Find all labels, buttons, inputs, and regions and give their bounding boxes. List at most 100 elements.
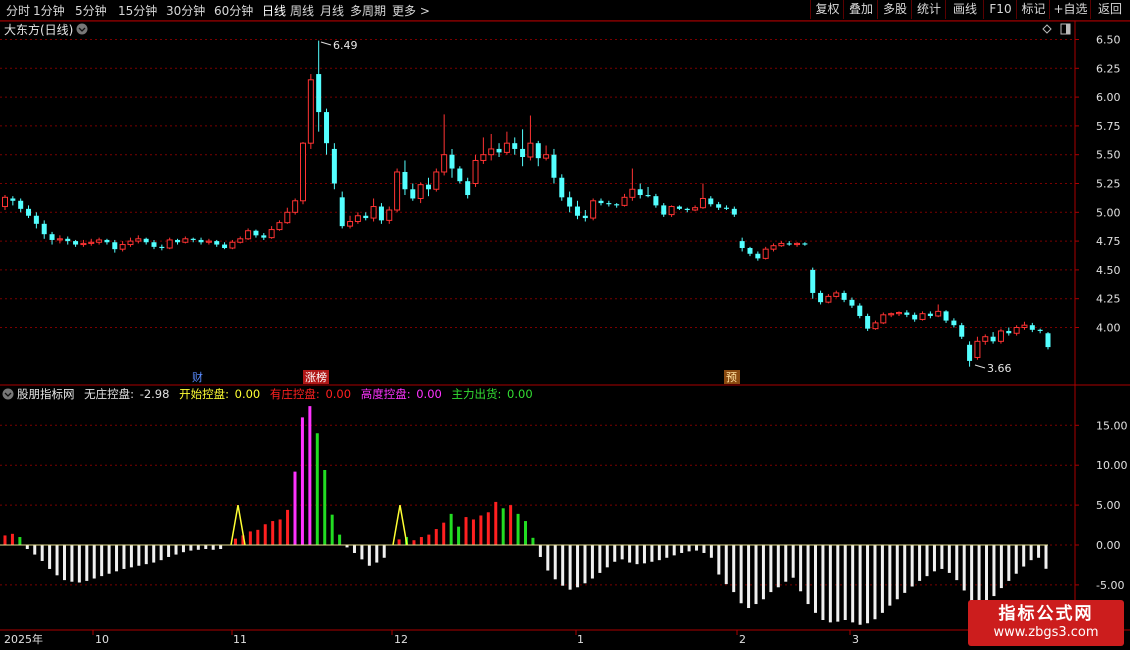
candle-body <box>214 241 220 245</box>
candle-body <box>755 253 761 259</box>
candle-body <box>441 154 448 173</box>
candle-body <box>229 241 236 249</box>
candle-body <box>253 230 259 236</box>
price-tick-label: 5.25 <box>1096 178 1121 191</box>
price-tick-label: 5.00 <box>1096 206 1121 219</box>
candle-body <box>73 241 79 245</box>
candle <box>919 311 926 321</box>
candle-body <box>676 206 682 209</box>
diamond-icon[interactable] <box>1042 24 1052 34</box>
candle-body <box>888 313 895 316</box>
candle <box>708 196 714 207</box>
candle-body <box>668 206 675 216</box>
candle <box>935 304 942 318</box>
candle-body <box>127 240 134 246</box>
chart-area[interactable]: 大东方(日线) 6.50 6.25 6.00 5.75 5.50 5.25 5.00 4.75… <box>0 0 1130 650</box>
candle-body <box>935 310 942 317</box>
candle-body <box>904 312 910 315</box>
candle-body <box>449 154 455 169</box>
candle <box>1021 321 1028 330</box>
candle-body <box>778 242 785 247</box>
candle <box>347 215 354 229</box>
candle <box>997 328 1004 344</box>
candle-body <box>386 209 393 221</box>
candle-body <box>104 239 110 243</box>
candle-body <box>574 206 580 216</box>
candle-body <box>967 344 973 361</box>
candle-body <box>166 239 173 249</box>
indicator-tick-label: 0.00 <box>1096 539 1121 552</box>
candle <box>198 237 204 245</box>
stock-title: 大东方(日线) <box>4 22 73 37</box>
time-label-year: 2025年 <box>4 632 43 646</box>
candle-body <box>222 244 228 249</box>
candle-body <box>417 184 424 199</box>
candle-body <box>959 325 965 337</box>
candle <box>284 207 291 224</box>
candle-body <box>33 215 39 224</box>
candle-body <box>488 148 495 156</box>
candle <box>794 242 801 247</box>
candle <box>716 201 722 210</box>
candle <box>629 168 636 201</box>
candle-body <box>896 312 902 315</box>
candle <box>417 182 424 204</box>
candle <box>637 183 643 199</box>
price-tick-label: 6.25 <box>1096 62 1121 75</box>
high-price-label: 6.49 <box>333 39 358 52</box>
indicator-legend: 股朋指标网 无庄控盘: -2.98 开始控盘: 0.00 有庄控盘: 0.00 … <box>17 387 533 401</box>
candle-body <box>261 235 267 238</box>
candle <box>222 242 228 250</box>
candle <box>653 193 659 208</box>
candle <box>300 142 306 205</box>
candle-body <box>300 142 306 202</box>
candle-body <box>747 248 753 254</box>
candle-body <box>331 148 337 184</box>
candle-body <box>496 148 502 153</box>
indicator-tick-label: -5.00 <box>1096 579 1124 592</box>
time-axis: 2025年 10 11 12 1 2 3 <box>4 632 859 646</box>
candle-body <box>135 238 142 242</box>
candle <box>33 212 39 229</box>
candle-body <box>56 238 63 241</box>
candle-body <box>276 222 283 231</box>
candle-body <box>943 311 949 321</box>
candle-body <box>841 292 847 300</box>
limit-up-marker[interactable]: 涨榜 <box>305 370 327 384</box>
candle-body <box>26 208 32 216</box>
candle <box>10 196 16 206</box>
candle <box>543 145 550 161</box>
indicator-dropdown-icon[interactable] <box>2 388 14 400</box>
candle <box>520 129 526 167</box>
candle-body <box>324 112 330 144</box>
candle-body <box>990 336 996 342</box>
candle-body <box>912 314 918 320</box>
candle-body <box>80 242 87 246</box>
candle <box>143 237 149 245</box>
candle <box>49 231 55 245</box>
candle-body <box>354 215 361 223</box>
candle <box>182 236 189 244</box>
candle-body <box>637 189 643 196</box>
candle-body <box>198 239 204 243</box>
candle-body <box>512 143 518 149</box>
candle <box>574 200 580 220</box>
candle <box>363 212 369 221</box>
forecast-marker[interactable]: 预 <box>726 371 737 384</box>
candle-body <box>503 142 510 153</box>
candle-body <box>614 204 620 206</box>
time-label-dec: 12 <box>394 633 408 646</box>
candle <box>590 198 597 221</box>
candle-body <box>1029 325 1035 330</box>
candle <box>912 312 918 322</box>
price-tick-label: 5.75 <box>1096 120 1121 133</box>
candle-body <box>535 143 541 159</box>
candle-body <box>96 239 103 243</box>
candle <box>354 212 361 224</box>
price-tick-label: 4.50 <box>1096 264 1121 277</box>
candle <box>159 244 165 251</box>
candle <box>261 233 267 240</box>
time-label-jan: 1 <box>577 633 584 646</box>
finance-marker[interactable]: 财 <box>192 370 203 384</box>
title-dropdown-icon[interactable] <box>76 23 88 35</box>
